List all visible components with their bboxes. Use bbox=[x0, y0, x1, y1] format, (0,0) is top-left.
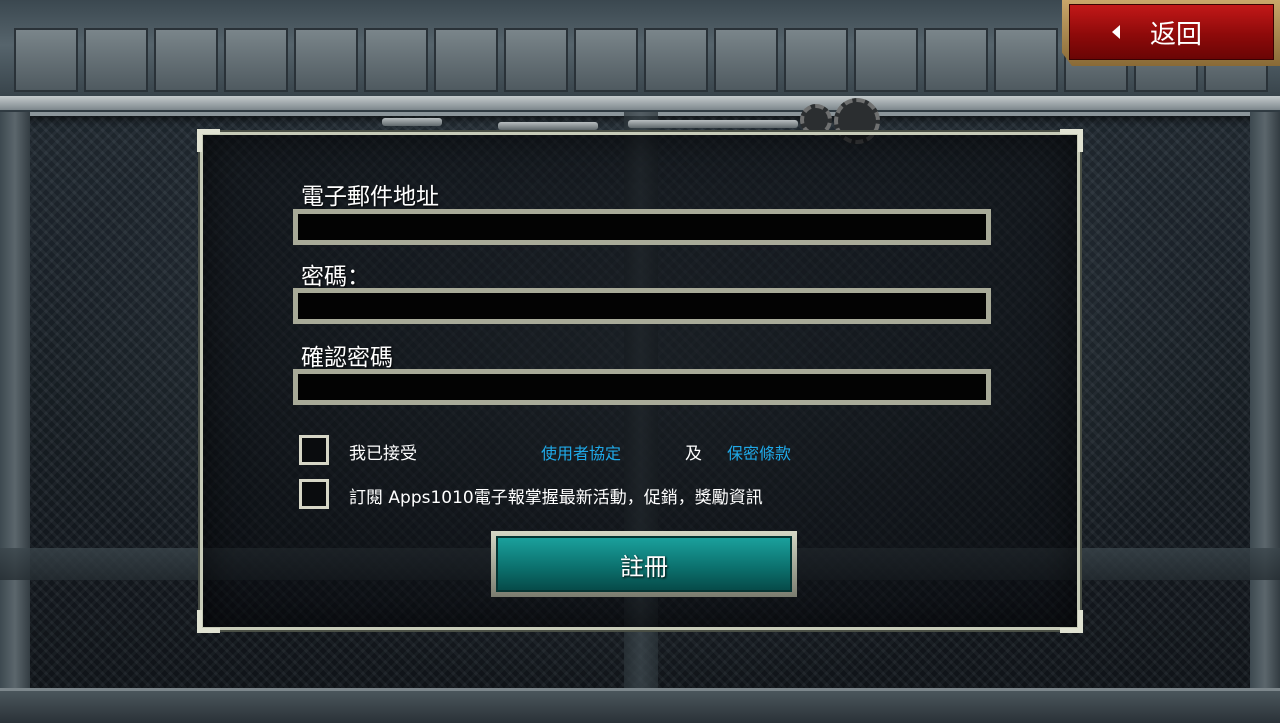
left-triangle-icon bbox=[1112, 25, 1120, 39]
subscribe-checkbox[interactable] bbox=[299, 479, 329, 509]
back-button[interactable]: 返回 bbox=[1062, 0, 1280, 66]
left-pillar bbox=[0, 112, 30, 692]
pipe-decoration bbox=[628, 120, 798, 128]
register-button[interactable]: 註冊 bbox=[496, 536, 792, 592]
privacy-link[interactable]: 保密條款 bbox=[727, 440, 791, 464]
pipe-decoration bbox=[498, 122, 598, 130]
back-button-face: 返回 bbox=[1069, 4, 1274, 60]
accept-terms-label: 我已接受 bbox=[349, 444, 417, 464]
and-text: 及 bbox=[685, 444, 702, 464]
subscribe-label: 訂閱 Apps1010電子報掌握最新活動，促銷，獎勵資訊 bbox=[349, 488, 763, 508]
email-label: 電子郵件地址 bbox=[301, 184, 439, 210]
panel-corner bbox=[1060, 129, 1083, 152]
right-pillar bbox=[1250, 112, 1280, 692]
register-button-frame: 註冊 bbox=[491, 531, 797, 597]
email-field[interactable] bbox=[293, 209, 991, 245]
panel-corner bbox=[197, 610, 220, 633]
pipe-decoration bbox=[382, 118, 442, 126]
confirm-password-field[interactable] bbox=[293, 369, 991, 405]
password-label: 密碼： bbox=[301, 264, 370, 290]
confirm-password-label: 確認密碼 bbox=[301, 345, 393, 371]
bottom-metal-band bbox=[0, 688, 1280, 723]
top-rail bbox=[0, 96, 1280, 110]
password-field[interactable] bbox=[293, 288, 991, 324]
panel-corner bbox=[1060, 610, 1083, 633]
back-button-label: 返回 bbox=[1150, 19, 1203, 50]
accept-terms-checkbox[interactable] bbox=[299, 435, 329, 465]
terms-link[interactable]: 使用者協定 bbox=[541, 440, 621, 464]
registration-panel: 電子郵件地址 密碼： 確認密碼 我已接受 使用者協定 及 保密條款 訂閱 App… bbox=[197, 129, 1083, 633]
panel-corner bbox=[197, 129, 220, 152]
